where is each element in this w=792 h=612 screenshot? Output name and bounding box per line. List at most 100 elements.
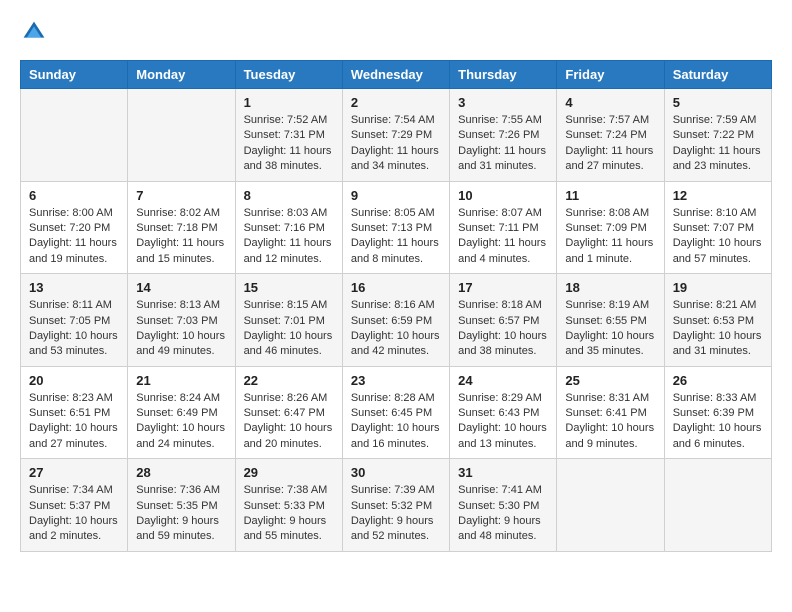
calendar-cell: 28 Sunrise: 7:36 AM Sunset: 5:35 PM Dayli… xyxy=(128,459,235,552)
header-cell: Tuesday xyxy=(235,61,342,89)
day-number: 3 xyxy=(458,95,548,110)
day-number: 28 xyxy=(136,465,226,480)
cell-info: Sunrise: 7:39 AM Sunset: 5:32 PM Dayligh… xyxy=(351,483,441,545)
calendar-row: 13 Sunrise: 8:11 AM Sunset: 7:05 PM Dayli… xyxy=(21,274,772,367)
header-cell: Saturday xyxy=(664,61,771,89)
day-number: 8 xyxy=(244,188,334,203)
cell-info: Sunrise: 8:02 AM Sunset: 7:18 PM Dayligh… xyxy=(136,206,226,268)
cell-info: Sunrise: 8:33 AM Sunset: 6:39 PM Dayligh… xyxy=(673,391,763,453)
cell-info: Sunrise: 7:41 AM Sunset: 5:30 PM Dayligh… xyxy=(458,483,548,545)
day-number: 7 xyxy=(136,188,226,203)
calendar-cell: 10 Sunrise: 8:07 AM Sunset: 7:11 PM Dayli… xyxy=(450,181,557,274)
day-number: 19 xyxy=(673,280,763,295)
logo-icon xyxy=(22,20,46,44)
day-number: 23 xyxy=(351,373,441,388)
day-number: 27 xyxy=(29,465,119,480)
calendar-cell: 7 Sunrise: 8:02 AM Sunset: 7:18 PM Daylig… xyxy=(128,181,235,274)
calendar-cell: 30 Sunrise: 7:39 AM Sunset: 5:32 PM Dayli… xyxy=(342,459,449,552)
day-number: 11 xyxy=(565,188,655,203)
logo xyxy=(20,20,46,44)
day-number: 31 xyxy=(458,465,548,480)
calendar-cell: 27 Sunrise: 7:34 AM Sunset: 5:37 PM Dayli… xyxy=(21,459,128,552)
cell-info: Sunrise: 7:57 AM Sunset: 7:24 PM Dayligh… xyxy=(565,113,655,175)
calendar-row: 1 Sunrise: 7:52 AM Sunset: 7:31 PM Daylig… xyxy=(21,89,772,182)
day-number: 26 xyxy=(673,373,763,388)
day-number: 30 xyxy=(351,465,441,480)
calendar-cell xyxy=(557,459,664,552)
cell-info: Sunrise: 7:54 AM Sunset: 7:29 PM Dayligh… xyxy=(351,113,441,175)
page-header xyxy=(20,20,772,44)
calendar-row: 27 Sunrise: 7:34 AM Sunset: 5:37 PM Dayli… xyxy=(21,459,772,552)
calendar-cell: 8 Sunrise: 8:03 AM Sunset: 7:16 PM Daylig… xyxy=(235,181,342,274)
cell-info: Sunrise: 8:10 AM Sunset: 7:07 PM Dayligh… xyxy=(673,206,763,268)
calendar-cell: 24Sunrise: 8:29 AM Sunset: 6:43 PM Dayli… xyxy=(450,366,557,459)
calendar-cell xyxy=(128,89,235,182)
calendar-cell: 23 Sunrise: 8:28 AM Sunset: 6:45 PM Dayli… xyxy=(342,366,449,459)
cell-info: Sunrise: 7:59 AM Sunset: 7:22 PM Dayligh… xyxy=(673,113,763,175)
calendar-table: SundayMondayTuesdayWednesdayThursdayFrid… xyxy=(20,60,772,552)
day-number: 1 xyxy=(244,95,334,110)
day-number: 15 xyxy=(244,280,334,295)
header-cell: Sunday xyxy=(21,61,128,89)
cell-info: Sunrise: 8:03 AM Sunset: 7:16 PM Dayligh… xyxy=(244,206,334,268)
cell-info: Sunrise: 7:36 AM Sunset: 5:35 PM Dayligh… xyxy=(136,483,226,545)
cell-info: Sunrise: 8:00 AM Sunset: 7:20 PM Dayligh… xyxy=(29,206,119,268)
header-cell: Wednesday xyxy=(342,61,449,89)
calendar-cell: 2 Sunrise: 7:54 AM Sunset: 7:29 PM Daylig… xyxy=(342,89,449,182)
cell-info: Sunrise: 8:23 AM Sunset: 6:51 PM Dayligh… xyxy=(29,391,119,453)
cell-info: Sunrise: 8:05 AM Sunset: 7:13 PM Dayligh… xyxy=(351,206,441,268)
calendar-cell: 18Sunrise: 8:19 AM Sunset: 6:55 PM Dayli… xyxy=(557,274,664,367)
day-number: 21 xyxy=(136,373,226,388)
calendar-cell: 5 Sunrise: 7:59 AM Sunset: 7:22 PM Daylig… xyxy=(664,89,771,182)
header-cell: Monday xyxy=(128,61,235,89)
day-number: 29 xyxy=(244,465,334,480)
calendar-cell: 9Sunrise: 8:05 AM Sunset: 7:13 PM Daylig… xyxy=(342,181,449,274)
day-number: 13 xyxy=(29,280,119,295)
cell-info: Sunrise: 8:07 AM Sunset: 7:11 PM Dayligh… xyxy=(458,206,548,268)
day-number: 12 xyxy=(673,188,763,203)
calendar-row: 6 Sunrise: 8:00 AM Sunset: 7:20 PM Daylig… xyxy=(21,181,772,274)
cell-info: Sunrise: 8:31 AM Sunset: 6:41 PM Dayligh… xyxy=(565,391,655,453)
day-number: 14 xyxy=(136,280,226,295)
calendar-cell: 19Sunrise: 8:21 AM Sunset: 6:53 PM Dayli… xyxy=(664,274,771,367)
day-number: 16 xyxy=(351,280,441,295)
day-number: 17 xyxy=(458,280,548,295)
calendar-cell: 29 Sunrise: 7:38 AM Sunset: 5:33 PM Dayli… xyxy=(235,459,342,552)
cell-info: Sunrise: 8:18 AM Sunset: 6:57 PM Dayligh… xyxy=(458,298,548,360)
day-number: 6 xyxy=(29,188,119,203)
cell-info: Sunrise: 8:08 AM Sunset: 7:09 PM Dayligh… xyxy=(565,206,655,268)
day-number: 5 xyxy=(673,95,763,110)
day-number: 2 xyxy=(351,95,441,110)
calendar-cell: 11 Sunrise: 8:08 AM Sunset: 7:09 PM Dayli… xyxy=(557,181,664,274)
cell-info: Sunrise: 7:38 AM Sunset: 5:33 PM Dayligh… xyxy=(244,483,334,545)
day-number: 20 xyxy=(29,373,119,388)
cell-info: Sunrise: 7:55 AM Sunset: 7:26 PM Dayligh… xyxy=(458,113,548,175)
calendar-cell: 20 Sunrise: 8:23 AM Sunset: 6:51 PM Dayli… xyxy=(21,366,128,459)
cell-info: Sunrise: 8:28 AM Sunset: 6:45 PM Dayligh… xyxy=(351,391,441,453)
calendar-cell: 15 Sunrise: 8:15 AM Sunset: 7:01 PM Dayli… xyxy=(235,274,342,367)
header-row: SundayMondayTuesdayWednesdayThursdayFrid… xyxy=(21,61,772,89)
calendar-cell: 1 Sunrise: 7:52 AM Sunset: 7:31 PM Daylig… xyxy=(235,89,342,182)
calendar-cell xyxy=(664,459,771,552)
cell-info: Sunrise: 8:26 AM Sunset: 6:47 PM Dayligh… xyxy=(244,391,334,453)
cell-info: Sunrise: 8:11 AM Sunset: 7:05 PM Dayligh… xyxy=(29,298,119,360)
header-cell: Thursday xyxy=(450,61,557,89)
calendar-row: 20 Sunrise: 8:23 AM Sunset: 6:51 PM Dayli… xyxy=(21,366,772,459)
day-number: 10 xyxy=(458,188,548,203)
calendar-cell xyxy=(21,89,128,182)
header-cell: Friday xyxy=(557,61,664,89)
calendar-cell: 16Sunrise: 8:16 AM Sunset: 6:59 PM Dayli… xyxy=(342,274,449,367)
day-number: 4 xyxy=(565,95,655,110)
calendar-cell: 31 Sunrise: 7:41 AM Sunset: 5:30 PM Dayli… xyxy=(450,459,557,552)
cell-info: Sunrise: 7:34 AM Sunset: 5:37 PM Dayligh… xyxy=(29,483,119,545)
cell-info: Sunrise: 8:15 AM Sunset: 7:01 PM Dayligh… xyxy=(244,298,334,360)
day-number: 24 xyxy=(458,373,548,388)
day-number: 25 xyxy=(565,373,655,388)
day-number: 22 xyxy=(244,373,334,388)
calendar-cell: 25 Sunrise: 8:31 AM Sunset: 6:41 PM Dayli… xyxy=(557,366,664,459)
calendar-cell: 26 Sunrise: 8:33 AM Sunset: 6:39 PM Dayli… xyxy=(664,366,771,459)
cell-info: Sunrise: 7:52 AM Sunset: 7:31 PM Dayligh… xyxy=(244,113,334,175)
calendar-cell: 4 Sunrise: 7:57 AM Sunset: 7:24 PM Daylig… xyxy=(557,89,664,182)
cell-info: Sunrise: 8:13 AM Sunset: 7:03 PM Dayligh… xyxy=(136,298,226,360)
day-number: 18 xyxy=(565,280,655,295)
